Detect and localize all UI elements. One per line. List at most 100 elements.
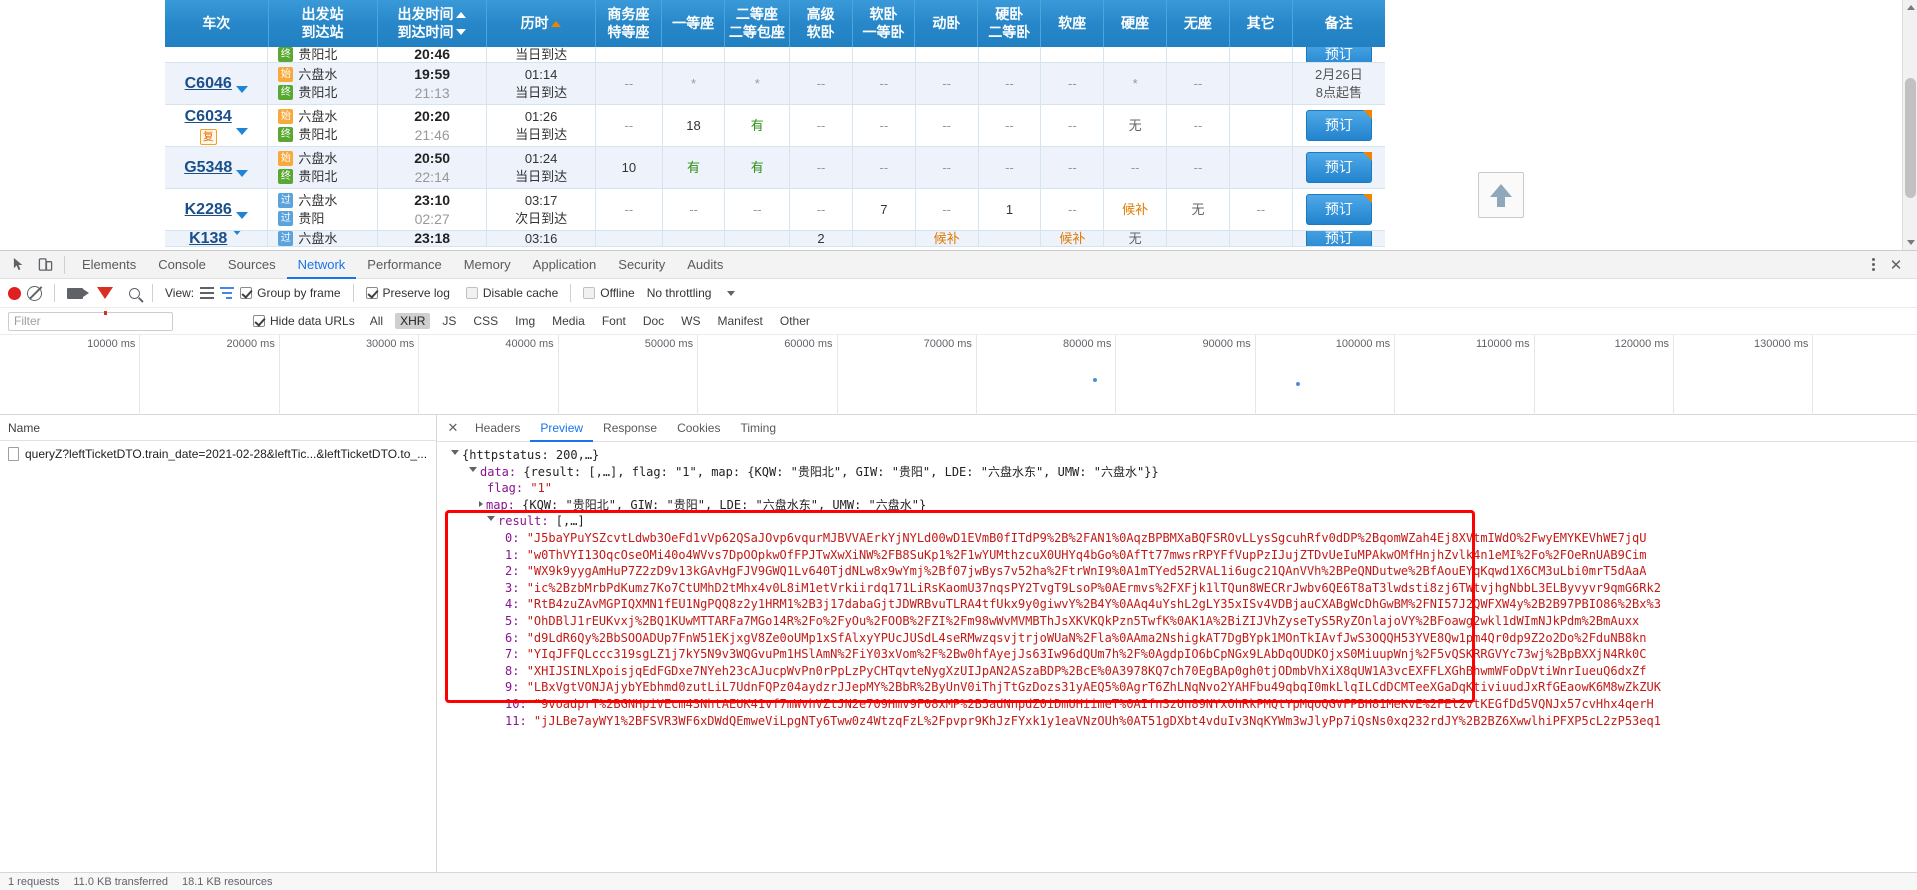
devtools-tab-application[interactable]: Application bbox=[522, 251, 608, 279]
offline-checkbox[interactable]: Offline bbox=[583, 286, 635, 300]
action-cell[interactable]: 预订 bbox=[1293, 105, 1385, 146]
expand-train-details-icon[interactable] bbox=[235, 86, 248, 93]
devtools-tab-console[interactable]: Console bbox=[147, 251, 217, 279]
detail-tab-headers[interactable]: Headers bbox=[465, 415, 530, 442]
book-ticket-button[interactable]: 预订 bbox=[1305, 152, 1372, 183]
scrollbar-down-arrow[interactable] bbox=[1903, 235, 1917, 250]
train-number-cell[interactable]: K138 bbox=[165, 231, 269, 246]
train-number-link[interactable]: C6034 bbox=[185, 106, 232, 127]
action-cell[interactable]: 预订 bbox=[1293, 231, 1385, 246]
disclosure-triangle-icon[interactable] bbox=[451, 450, 459, 458]
detail-tab-timing[interactable]: Timing bbox=[730, 415, 786, 442]
table-row[interactable]: 终贵阳北 20:46 当日到达 预订 bbox=[165, 47, 1385, 63]
detail-tab-response[interactable]: Response bbox=[593, 415, 667, 442]
disable-cache-checkbox[interactable]: Disable cache bbox=[465, 286, 558, 300]
more-options-icon[interactable] bbox=[1863, 254, 1883, 276]
filter-type-ws[interactable]: WS bbox=[676, 313, 705, 329]
json-token: data: bbox=[480, 464, 524, 479]
filter-type-all[interactable]: All bbox=[365, 313, 388, 329]
network-overview-timeline[interactable]: 10000 ms 20000 ms 30000 ms 40000 ms 50000 ms… bbox=[0, 335, 1917, 415]
expand-train-details-icon[interactable] bbox=[235, 212, 248, 219]
filter-type-font[interactable]: Font bbox=[597, 313, 631, 329]
sort-ascending-icon[interactable] bbox=[455, 11, 466, 18]
devtools-tab-elements[interactable]: Elements bbox=[71, 251, 147, 279]
action-cell[interactable]: 预订 bbox=[1293, 47, 1385, 62]
train-number-link[interactable]: K138 bbox=[189, 231, 227, 246]
close-detail-icon[interactable]: ✕ bbox=[443, 418, 463, 438]
expand-train-details-icon[interactable] bbox=[231, 231, 244, 235]
table-row[interactable]: C6046 始六盘水终贵阳北 19:59 21:13 01:14 当日到达 -- * * -- --… bbox=[165, 63, 1385, 105]
scrollbar-up-arrow[interactable] bbox=[1903, 0, 1917, 15]
search-icon[interactable] bbox=[129, 287, 140, 299]
devtools-tab-memory[interactable]: Memory bbox=[453, 251, 522, 279]
filter-type-other[interactable]: Other bbox=[775, 313, 815, 329]
throttling-value[interactable]: No throttling bbox=[647, 286, 712, 300]
filter-input[interactable]: Filter bbox=[8, 311, 173, 331]
table-row[interactable]: C6034 复始六盘水终贵阳北 20:20 21:46 01:26 当日到达 -- 18 有 --… bbox=[165, 105, 1385, 147]
book-ticket-button[interactable]: 预订 bbox=[1305, 110, 1372, 141]
book-ticket-button[interactable]: 预订 bbox=[1305, 194, 1372, 225]
table-row[interactable]: K2286 过六盘水过贵阳 23:10 02:27 03:17 次日到达 -- -- -- -- 7… bbox=[165, 189, 1385, 231]
table-row[interactable]: G5348 始六盘水终贵阳北 20:50 22:14 01:24 当日到达 10 有有 -- --… bbox=[165, 147, 1385, 189]
page-scrollbar[interactable] bbox=[1902, 0, 1917, 250]
expand-train-details-icon[interactable] bbox=[235, 128, 248, 135]
sort-ascending-icon[interactable] bbox=[550, 20, 561, 27]
filter-icon[interactable] bbox=[97, 287, 113, 315]
train-number-cell[interactable]: G5348 bbox=[165, 147, 269, 188]
column-header-3[interactable]: 历时 bbox=[487, 0, 596, 47]
book-ticket-button[interactable]: 预订 bbox=[1305, 47, 1372, 62]
detail-tab-cookies[interactable]: Cookies bbox=[667, 415, 730, 442]
action-cell[interactable]: 预订 bbox=[1293, 147, 1385, 188]
request-row[interactable]: queryZ?leftTicketDTO.train_date=2021-02-… bbox=[0, 441, 436, 467]
group-by-frame-label: Group by frame bbox=[257, 286, 341, 300]
column-header-5: 一等座 bbox=[662, 0, 726, 47]
chevron-down-icon[interactable] bbox=[727, 290, 736, 296]
capture-screenshots-icon[interactable] bbox=[67, 287, 89, 299]
preview-json-viewer[interactable]: {httpstatus: 200,…} data: {result: [,…], … bbox=[437, 442, 1917, 872]
filter-type-manifest[interactable]: Manifest bbox=[713, 313, 768, 329]
view-list-icon[interactable] bbox=[200, 287, 215, 299]
inspect-element-icon[interactable] bbox=[6, 253, 32, 277]
filter-type-doc[interactable]: Doc bbox=[638, 313, 669, 329]
train-number-link[interactable]: C6046 bbox=[185, 73, 232, 94]
train-number-link[interactable]: K2286 bbox=[185, 199, 232, 220]
device-toolbar-icon[interactable] bbox=[32, 253, 58, 277]
view-waterfall-icon[interactable] bbox=[220, 287, 235, 299]
record-button-icon[interactable] bbox=[8, 286, 21, 300]
disclosure-triangle-icon[interactable] bbox=[487, 516, 495, 524]
close-devtools-icon[interactable]: ✕ bbox=[1885, 254, 1907, 276]
action-cell[interactable]: 2月26日 8点起售 bbox=[1293, 63, 1385, 104]
hide-data-urls-checkbox[interactable]: Hide data URLs bbox=[253, 314, 355, 328]
request-list-header[interactable]: Name bbox=[0, 415, 436, 441]
scroll-to-top-button[interactable] bbox=[1478, 172, 1524, 218]
sort-descending-icon[interactable] bbox=[455, 29, 466, 36]
filter-type-css[interactable]: CSS bbox=[468, 313, 503, 329]
devtools-tab-sources[interactable]: Sources bbox=[217, 251, 287, 279]
devtools-tab-network[interactable]: Network bbox=[287, 251, 357, 279]
filter-type-media[interactable]: Media bbox=[547, 313, 590, 329]
filter-type-js[interactable]: JS bbox=[437, 313, 461, 329]
preserve-log-checkbox[interactable]: Preserve log bbox=[365, 286, 450, 300]
table-row[interactable]: K138 过六盘水 23:18 03:16 2 候补 候补 无 预订 bbox=[165, 231, 1385, 247]
disclosure-triangle-icon[interactable] bbox=[469, 466, 477, 475]
clear-requests-icon[interactable] bbox=[27, 285, 42, 301]
disclosure-triangle-icon[interactable] bbox=[479, 500, 483, 507]
column-header-2[interactable]: 出发时间 到达时间 bbox=[378, 0, 487, 47]
train-number-cell[interactable]: C6046 bbox=[165, 63, 269, 104]
devtools-tab-audits[interactable]: Audits bbox=[676, 251, 734, 279]
action-cell[interactable]: 预订 bbox=[1293, 189, 1385, 230]
filter-type-img[interactable]: Img bbox=[510, 313, 540, 329]
seat-availability-value: -- bbox=[1068, 159, 1077, 175]
devtools-tab-security[interactable]: Security bbox=[607, 251, 676, 279]
train-number-cell[interactable]: K2286 bbox=[165, 189, 269, 230]
scrollbar-thumb[interactable] bbox=[1905, 78, 1916, 198]
expand-train-details-icon[interactable] bbox=[236, 170, 249, 177]
book-ticket-button[interactable]: 预订 bbox=[1305, 231, 1372, 246]
train-number-link[interactable]: G5348 bbox=[184, 157, 232, 178]
train-number-cell[interactable]: C6034 复 bbox=[165, 105, 269, 146]
detail-tab-preview[interactable]: Preview bbox=[530, 415, 593, 442]
filter-type-xhr[interactable]: XHR bbox=[395, 313, 431, 329]
train-number-cell[interactable] bbox=[165, 47, 269, 62]
devtools-tab-performance[interactable]: Performance bbox=[356, 251, 452, 279]
group-by-frame-checkbox[interactable]: Group by frame bbox=[240, 286, 341, 300]
